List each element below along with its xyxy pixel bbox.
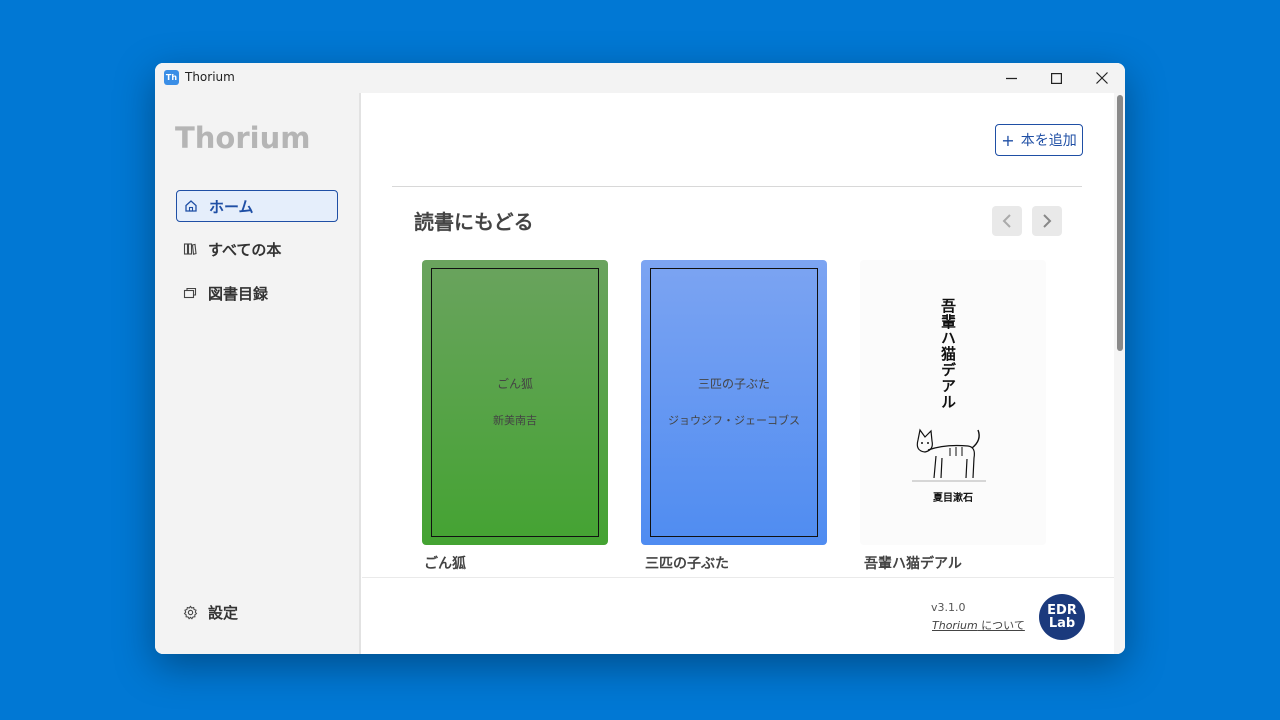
maximize-button[interactable] bbox=[1033, 63, 1079, 93]
nav-item-all-books-label: すべての本 bbox=[208, 240, 282, 259]
about-suffix: について bbox=[977, 619, 1025, 632]
cover-frame bbox=[650, 268, 818, 537]
add-book-button[interactable]: + 本を追加 bbox=[995, 124, 1083, 156]
cover-author: 夏目漱石 bbox=[933, 493, 973, 504]
scrollbar[interactable] bbox=[1114, 93, 1125, 654]
thorium-app-icon: Th bbox=[164, 70, 179, 85]
minimize-icon bbox=[1005, 77, 1017, 79]
cover-author: 新美南吉 bbox=[493, 414, 537, 427]
minimize-button[interactable] bbox=[988, 63, 1034, 93]
section-title: 読書にもどる bbox=[414, 210, 534, 234]
scrollbar-thumb[interactable] bbox=[1117, 95, 1123, 351]
about-app-name: Thorium bbox=[932, 619, 978, 632]
settings-button[interactable]: 設定 bbox=[176, 596, 338, 628]
nav-item-catalogs-label: 図書目録 bbox=[208, 284, 269, 303]
add-book-label: 本を追加 bbox=[1020, 133, 1077, 149]
divider bbox=[392, 186, 1082, 187]
edrlab-logo[interactable]: EDR Lab bbox=[1039, 594, 1085, 640]
cover-title: 三匹の子ぶた bbox=[697, 377, 770, 391]
footer-separator bbox=[362, 577, 1114, 578]
cover-frame bbox=[431, 268, 599, 537]
book-cover[interactable]: 吾輩ハ猫デアル 夏目漱石 bbox=[860, 260, 1046, 545]
settings-label: 設定 bbox=[208, 603, 239, 622]
about-link[interactable]: Thorium について bbox=[932, 617, 1025, 633]
close-icon bbox=[1096, 72, 1108, 84]
plus-icon: + bbox=[1001, 130, 1015, 150]
brand-title: Thorium bbox=[175, 121, 311, 155]
book-title[interactable]: 吾輩ハ猫デアル bbox=[864, 553, 962, 573]
book-title[interactable]: 三匹の子ぶた bbox=[645, 553, 729, 573]
nav-item-catalogs[interactable]: 図書目録 bbox=[176, 277, 338, 309]
close-button[interactable] bbox=[1079, 63, 1125, 93]
app-window: Th Thorium Thorium ホーム すべての本 図書目録 設定 + 本… bbox=[155, 63, 1125, 654]
sidebar: Thorium ホーム すべての本 図書目録 設定 bbox=[155, 93, 361, 654]
nav-item-home[interactable]: ホーム bbox=[176, 190, 338, 222]
home-icon bbox=[183, 198, 199, 214]
book-title[interactable]: ごん狐 bbox=[424, 553, 466, 573]
cover-vertical-title: 吾輩ハ猫デアル bbox=[939, 298, 957, 410]
gear-icon bbox=[182, 604, 198, 620]
books-icon bbox=[182, 241, 198, 257]
maximize-icon bbox=[1050, 72, 1062, 84]
logo-text-bottom: Lab bbox=[1048, 616, 1076, 631]
chevron-left-icon bbox=[1002, 214, 1011, 228]
main-content: + 本を追加 読書にもどる ごん狐 新美南吉 ごん狐 三匹の子ぶた ジョウジフ・… bbox=[362, 93, 1114, 654]
book-cover[interactable]: 三匹の子ぶた ジョウジフ・ジェーコブス bbox=[641, 260, 827, 545]
book-cover[interactable]: ごん狐 新美南吉 bbox=[422, 260, 608, 545]
version-label: v3.1.0 bbox=[931, 601, 966, 614]
chevron-right-icon bbox=[1043, 214, 1052, 228]
carousel-next-button[interactable] bbox=[1032, 206, 1062, 236]
title-bar[interactable]: Th Thorium bbox=[155, 63, 1125, 93]
nav-item-all-books[interactable]: すべての本 bbox=[176, 233, 338, 265]
nav-item-home-label: ホーム bbox=[209, 197, 254, 216]
window-title: Thorium bbox=[185, 70, 235, 84]
catalog-icon bbox=[182, 285, 198, 301]
carousel-prev-button[interactable] bbox=[992, 206, 1022, 236]
cover-title: ごん狐 bbox=[496, 377, 533, 391]
cover-author: ジョウジフ・ジェーコブス bbox=[668, 414, 800, 427]
cat-illustration bbox=[912, 428, 986, 482]
